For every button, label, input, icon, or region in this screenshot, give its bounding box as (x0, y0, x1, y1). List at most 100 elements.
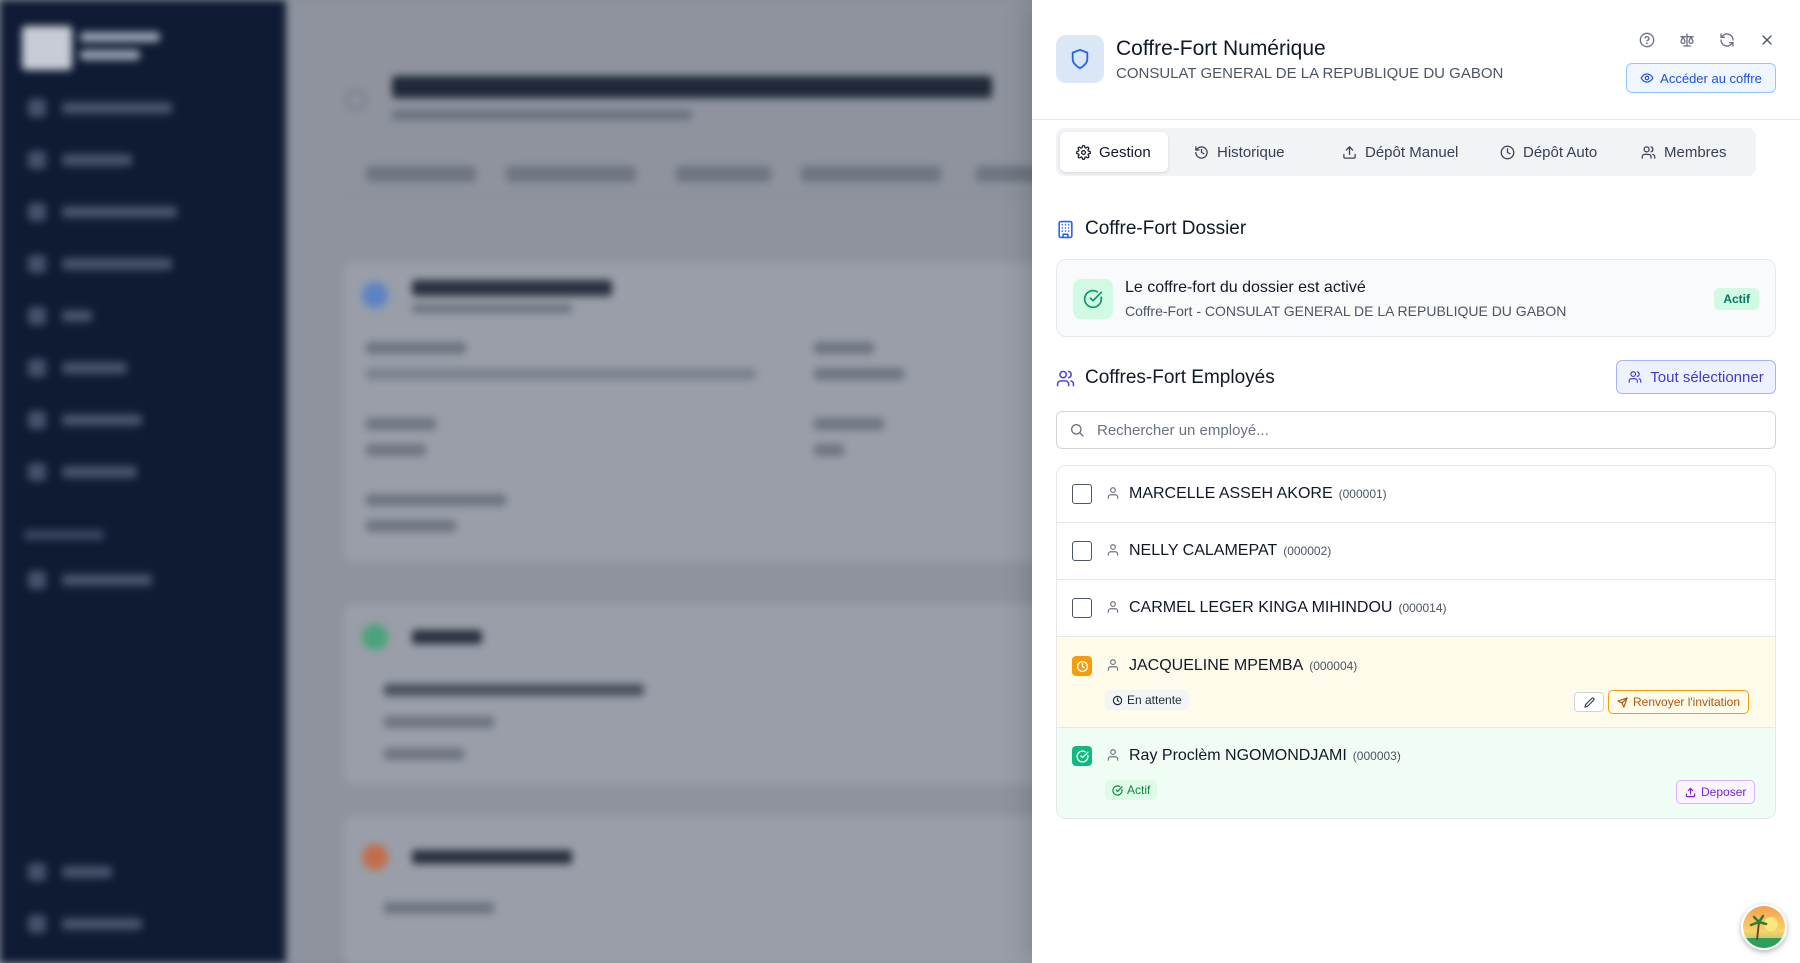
employee-list: MARCELLE ASSEH AKORE (000001) NELLY CALAM… (1056, 465, 1776, 819)
employee-search (1056, 411, 1776, 449)
check-circle-icon (1073, 279, 1113, 319)
tab-depot-auto[interactable]: Dépôt Auto (1484, 132, 1613, 172)
background-sidebar (0, 0, 286, 963)
tab-historique[interactable]: Historique (1178, 132, 1301, 172)
eye-icon (1640, 73, 1654, 83)
background-nav-item (28, 570, 152, 590)
background-tab (801, 166, 941, 182)
background-card-icon (362, 282, 388, 308)
background-subtitle (392, 110, 692, 120)
list-item[interactable]: NELLY CALAMEPAT (000002) (1057, 523, 1775, 580)
section-title-text: Coffre-Fort Dossier (1085, 218, 1247, 239)
users-icon (1056, 370, 1075, 386)
employee-name: JACQUELINE MPEMBA (000004) (1129, 657, 1357, 675)
user-icon (1107, 749, 1119, 761)
list-item[interactable]: MARCELLE ASSEH AKORE (000001) (1057, 466, 1775, 523)
background-nav-item (28, 410, 142, 430)
panel-subtitle: CONSULAT GENERAL DE LA REPUBLIQUE DU GAB… (1116, 65, 1504, 82)
employee-checkbox[interactable] (1072, 484, 1092, 504)
upload-icon (1685, 787, 1696, 797)
user-icon (1107, 544, 1119, 556)
scale-icon[interactable] (1675, 28, 1699, 52)
tab-depot-manuel[interactable]: Dépôt Manuel (1326, 132, 1474, 172)
employee-name-text: Ray Proclèm NGOMONDJAMI (1129, 747, 1347, 764)
dossier-status-title: Le coffre-fort du dossier est activé (1125, 279, 1366, 296)
background-nav-item (28, 462, 137, 482)
tab-label: Dépôt Manuel (1365, 143, 1459, 161)
dossier-section-title: Coffre-Fort Dossier (1056, 218, 1246, 240)
user-icon (1107, 659, 1119, 671)
employee-name-text: JACQUELINE MPEMBA (1129, 657, 1304, 674)
background-nav-item (28, 254, 172, 274)
resend-invitation-button[interactable]: Renvoyer l'invitation (1608, 690, 1750, 714)
background-section-label (24, 530, 104, 540)
close-icon[interactable] (1755, 28, 1779, 52)
employee-id: (000014) (1398, 601, 1447, 615)
search-input[interactable] (1097, 412, 1757, 448)
status-badge: En attente (1105, 690, 1189, 710)
tab-membres[interactable]: Membres (1625, 132, 1743, 172)
history-icon (1195, 145, 1208, 159)
employee-name-text: NELLY CALAMEPAT (1129, 542, 1278, 559)
employee-name: CARMEL LEGER KINGA MIHINDOU (000014) (1129, 599, 1447, 617)
clock-icon (1500, 145, 1515, 159)
background-tab (366, 166, 476, 182)
employee-name: NELLY CALAMEPAT (000002) (1129, 542, 1331, 560)
user-icon (1107, 601, 1119, 613)
search-icon (1071, 424, 1084, 437)
status-badge: Actif (1714, 288, 1759, 310)
users-icon (1641, 145, 1656, 159)
assistant-avatar[interactable] (1741, 904, 1787, 950)
clock-icon (1072, 656, 1092, 676)
background-back-icon (346, 90, 366, 110)
employee-name-text: CARMEL LEGER KINGA MIHINDOU (1129, 599, 1393, 616)
list-item[interactable]: CARMEL LEGER KINGA MIHINDOU (000014) (1057, 580, 1775, 637)
background-nav-item (28, 306, 92, 326)
tab-label: Membres (1664, 143, 1727, 161)
employee-checkbox[interactable] (1072, 541, 1092, 561)
resend-label: Renvoyer l'invitation (1633, 695, 1741, 709)
employee-name: MARCELLE ASSEH AKORE (000001) (1129, 485, 1387, 503)
tab-gestion[interactable]: Gestion (1060, 132, 1168, 172)
shield-icon (1056, 35, 1104, 83)
panel-tabs: Gestion Historique Dépôt Manuel Dépôt Au… (1056, 128, 1756, 176)
employee-name-text: MARCELLE ASSEH AKORE (1129, 485, 1333, 502)
employee-name: Ray Proclèm NGOMONDJAMI (000003) (1129, 747, 1401, 765)
edit-button[interactable] (1574, 692, 1604, 712)
background-tab (506, 166, 636, 182)
list-item[interactable]: Ray Proclèm NGOMONDJAMI (000003) Actif De… (1057, 728, 1775, 818)
employee-id: (000001) (1338, 487, 1387, 501)
background-tab (676, 166, 771, 182)
tab-label: Dépôt Auto (1523, 143, 1598, 161)
status-label: Actif (1127, 783, 1151, 797)
building-icon (1058, 220, 1073, 238)
section-title-text: Coffres-Fort Employés (1085, 367, 1275, 388)
tab-label: Gestion (1099, 143, 1151, 161)
employee-id: (000003) (1352, 749, 1401, 763)
employee-checkbox[interactable] (1072, 598, 1092, 618)
pencil-icon (1583, 696, 1595, 708)
background-title (392, 76, 992, 98)
refresh-icon[interactable] (1715, 28, 1739, 52)
select-all-button[interactable]: Tout sélectionner (1616, 360, 1776, 394)
access-vault-button[interactable]: Accéder au coffre (1626, 63, 1776, 93)
dossier-status-subtitle: Coffre-Fort - CONSULAT GENERAL DE LA REP… (1125, 303, 1567, 319)
check-circle-icon (1072, 746, 1092, 766)
deposit-button[interactable]: Deposer (1676, 780, 1756, 804)
employee-id: (000004) (1309, 659, 1358, 673)
check-circle-icon (1112, 784, 1123, 796)
upload-icon (1343, 145, 1356, 159)
send-icon (1617, 696, 1628, 708)
help-circle-icon[interactable] (1635, 28, 1659, 52)
deposit-label: Deposer (1701, 785, 1747, 799)
tab-label: Historique (1217, 143, 1285, 161)
status-badge: Actif (1105, 780, 1158, 800)
dossier-vault-card: Le coffre-fort du dossier est activé Cof… (1056, 259, 1776, 337)
status-label: En attente (1127, 693, 1182, 707)
background-card-icon (362, 844, 388, 870)
employee-id: (000002) (1283, 544, 1332, 558)
background-nav-item (28, 358, 127, 378)
users-icon (1628, 371, 1642, 383)
background-nav-item (28, 98, 172, 118)
list-item[interactable]: JACQUELINE MPEMBA (000004) En attente Ren… (1057, 637, 1775, 728)
